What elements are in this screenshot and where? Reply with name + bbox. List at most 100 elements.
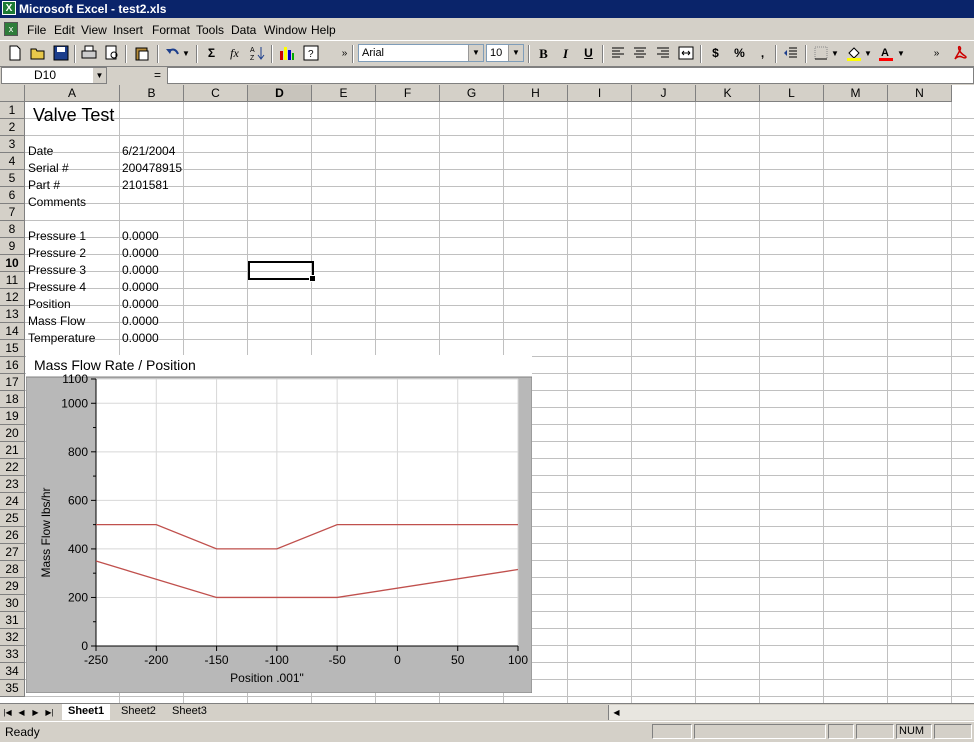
print-icon[interactable] — [80, 45, 97, 62]
row-header-34[interactable]: 34 — [0, 663, 25, 680]
sort-ascending-icon[interactable]: AZ — [249, 45, 266, 62]
toolbar-options-icon-2[interactable]: » — [928, 45, 945, 62]
cell-a11[interactable]: Pressure 4 — [25, 279, 86, 296]
row-header-19[interactable]: 19 — [0, 408, 25, 425]
column-header-g[interactable]: G — [440, 85, 504, 102]
last-sheet-icon[interactable]: ▶| — [44, 706, 55, 719]
next-sheet-icon[interactable]: ▶ — [30, 706, 41, 719]
cell-a14[interactable]: Temperature — [25, 330, 95, 347]
menu-data[interactable]: Data — [231, 23, 256, 37]
row-header-10[interactable]: 10 — [0, 255, 25, 272]
column-header-f[interactable]: F — [376, 85, 440, 102]
row-header-3[interactable]: 3 — [0, 136, 25, 153]
row-header-27[interactable]: 27 — [0, 544, 25, 561]
paste-icon[interactable] — [133, 45, 150, 62]
column-header-b[interactable]: B — [120, 85, 184, 102]
cell-a1-title[interactable]: Valve Test — [30, 105, 114, 125]
tab-sheet1[interactable]: Sheet1 — [62, 704, 111, 720]
help-icon[interactable]: ? — [302, 45, 319, 62]
column-header-e[interactable]: E — [312, 85, 376, 102]
select-all-corner[interactable] — [0, 85, 25, 102]
row-header-29[interactable]: 29 — [0, 578, 25, 595]
menu-help[interactable]: Help — [311, 23, 336, 37]
menu-view[interactable]: View — [81, 23, 107, 37]
cell-a9[interactable]: Pressure 2 — [25, 245, 86, 262]
column-header-k[interactable]: K — [696, 85, 760, 102]
tab-sheet2[interactable]: Sheet2 — [115, 704, 162, 719]
cell-a13[interactable]: Mass Flow — [25, 313, 85, 330]
font-size-dropdown-icon[interactable]: ▼ — [508, 45, 523, 61]
save-icon[interactable] — [52, 45, 69, 62]
cell-b3[interactable]: 6/21/2004 — [119, 143, 175, 160]
column-header-a[interactable]: A — [25, 85, 120, 102]
cell-b13[interactable]: 0.0000 — [119, 313, 159, 330]
font-name-combo[interactable]: Arial ▼ — [358, 44, 484, 62]
print-preview-icon[interactable] — [103, 45, 120, 62]
cell-b11[interactable]: 0.0000 — [119, 279, 159, 296]
cell-a12[interactable]: Position — [25, 296, 71, 313]
row-header-17[interactable]: 17 — [0, 374, 25, 391]
row-header-25[interactable]: 25 — [0, 510, 25, 527]
align-left-icon[interactable] — [609, 45, 626, 62]
underline-button[interactable]: U — [580, 45, 597, 62]
row-header-33[interactable]: 33 — [0, 646, 25, 663]
borders-icon[interactable] — [812, 45, 829, 62]
align-right-icon[interactable] — [654, 45, 671, 62]
row-header-11[interactable]: 11 — [0, 272, 25, 289]
column-header-l[interactable]: L — [760, 85, 824, 102]
fill-color-dropdown-icon[interactable]: ▼ — [863, 45, 873, 62]
mass-flow-chart[interactable]: Mass Flow Rate / Position -250 -200 -150 -10… — [25, 355, 533, 694]
fill-color-icon[interactable] — [845, 45, 862, 62]
cell-b9[interactable]: 0.0000 — [119, 245, 159, 262]
undo-dropdown-icon[interactable]: ▼ — [181, 45, 191, 62]
row-header-8[interactable]: 8 — [0, 221, 25, 238]
currency-button[interactable]: $ — [707, 45, 724, 62]
name-box-dropdown-icon[interactable]: ▼ — [93, 68, 106, 83]
first-sheet-icon[interactable]: |◀ — [2, 706, 13, 719]
cell-a8[interactable]: Pressure 1 — [25, 228, 86, 245]
percent-button[interactable]: % — [731, 45, 748, 62]
tab-sheet3[interactable]: Sheet3 — [166, 704, 213, 719]
row-header-35[interactable]: 35 — [0, 680, 25, 697]
row-header-5[interactable]: 5 — [0, 170, 25, 187]
cell-a10[interactable]: Pressure 3 — [25, 262, 86, 279]
chart-wizard-icon[interactable] — [278, 45, 295, 62]
merge-center-icon[interactable] — [677, 45, 694, 62]
menu-insert[interactable]: Insert — [113, 23, 143, 37]
font-size-combo[interactable]: 10 ▼ — [486, 44, 524, 62]
horizontal-scrollbar[interactable]: ◀ — [608, 705, 974, 720]
worksheet-grid[interactable]: ABCDEFGHIJKLMN 1 2 3 4 5 6 7 8 9 10 11 12 13 14 15 16 17… — [0, 85, 974, 703]
row-header-26[interactable]: 26 — [0, 527, 25, 544]
menu-tools[interactable]: Tools — [196, 23, 224, 37]
row-header-7[interactable]: 7 — [0, 204, 25, 221]
new-document-icon[interactable] — [6, 45, 23, 62]
column-header-d[interactable]: D — [248, 85, 312, 102]
scroll-left-icon[interactable]: ◀ — [611, 706, 622, 719]
active-cell-d10[interactable] — [248, 261, 316, 282]
column-header-m[interactable]: M — [824, 85, 888, 102]
cell-a4[interactable]: Serial # — [25, 160, 69, 177]
menu-format[interactable]: Format — [152, 23, 190, 37]
row-header-18[interactable]: 18 — [0, 391, 25, 408]
row-header-20[interactable]: 20 — [0, 425, 25, 442]
cell-b5[interactable]: 2101581 — [119, 177, 169, 194]
italic-button[interactable]: I — [557, 45, 574, 62]
cell-a5[interactable]: Part # — [25, 177, 60, 194]
open-folder-icon[interactable] — [29, 45, 46, 62]
cell-a3[interactable]: Date — [25, 143, 53, 160]
name-box[interactable]: D10 ▼ — [1, 67, 107, 84]
row-header-13[interactable]: 13 — [0, 306, 25, 323]
column-header-j[interactable]: J — [632, 85, 696, 102]
column-header-i[interactable]: I — [568, 85, 632, 102]
menu-file[interactable]: File — [27, 23, 46, 37]
autosum-icon[interactable]: Σ — [203, 45, 220, 62]
column-header-n[interactable]: N — [888, 85, 952, 102]
row-header-14[interactable]: 14 — [0, 323, 25, 340]
toolbar-options-icon[interactable]: » — [336, 45, 353, 62]
row-header-16[interactable]: 16 — [0, 357, 25, 374]
row-header-28[interactable]: 28 — [0, 561, 25, 578]
row-header-23[interactable]: 23 — [0, 476, 25, 493]
acrobat-pdf-icon[interactable] — [951, 45, 968, 62]
insert-function-icon[interactable]: fx — [226, 45, 243, 62]
formula-input[interactable] — [167, 67, 974, 84]
